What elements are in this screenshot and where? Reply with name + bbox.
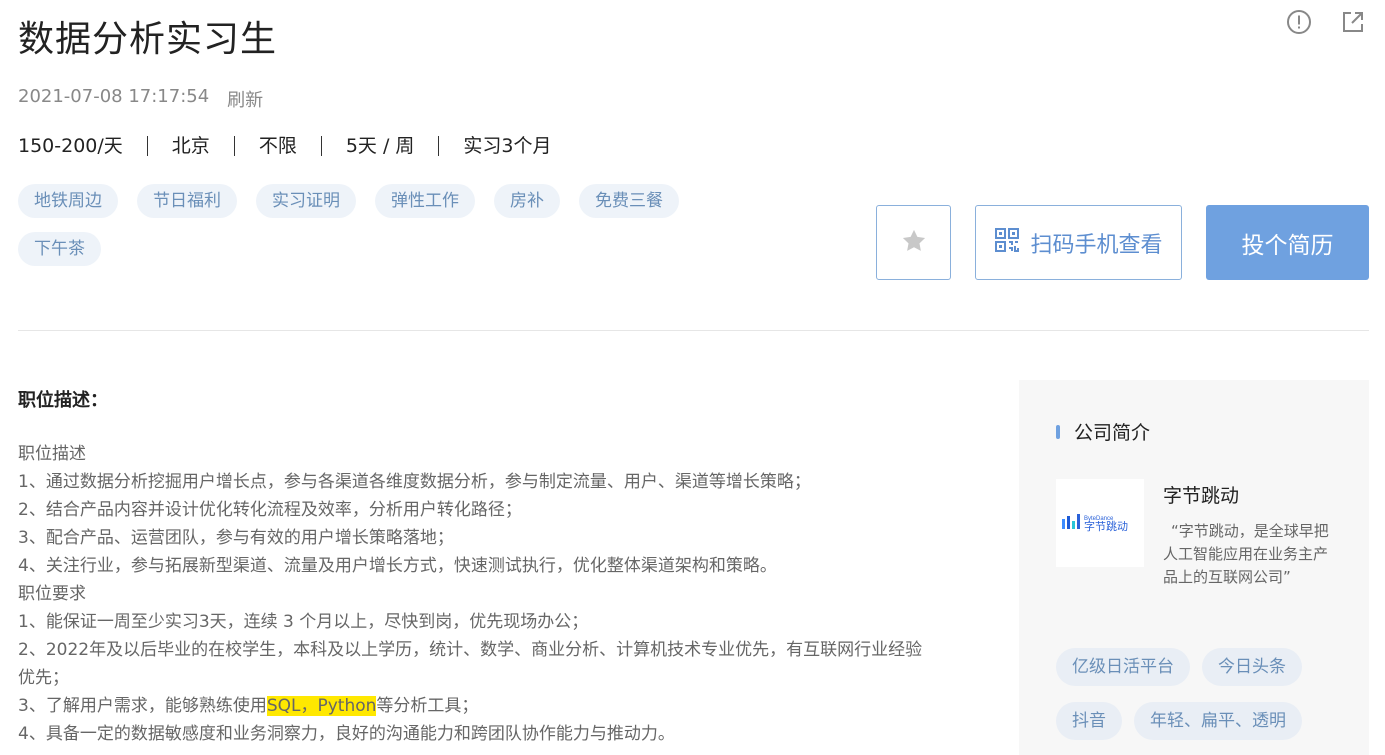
- job-title: 数据分析实习生: [18, 19, 278, 60]
- section-divider: [18, 330, 1369, 331]
- benefit-tags: 地铁周边 节日福利 实习证明 弹性工作 房补 免费三餐 下午茶: [18, 184, 718, 266]
- description-line: 1、能保证一周至少实习3天，连续 3 个月以上，尽快到岗，优先现场办公；: [18, 612, 589, 632]
- logo-text: 字节跳动: [1084, 519, 1128, 533]
- description-line: 2、2022年及以后毕业的在校学生，本科及以上学历，统计、数学、商业分析、计算机…: [18, 640, 923, 660]
- highlighted-skills: SQL，Python: [266, 696, 377, 716]
- scan-qr-label: 扫码手机查看: [1030, 232, 1163, 258]
- benefit-tag: 实习证明: [256, 184, 356, 218]
- post-datetime: 2021-07-08 17:17:54: [18, 86, 210, 107]
- job-description: 职位描述 1、通过数据分析挖掘用户增长点，参与各渠道各维度数据分析，参与制定流量…: [18, 440, 968, 748]
- scan-qr-button[interactable]: 扫码手机查看: [975, 205, 1182, 280]
- benefit-tag: 弹性工作: [375, 184, 475, 218]
- job-specs: 150-200/天 北京 不限 5天 / 周 实习3个月: [18, 136, 576, 156]
- company-section-title: 公司简介: [1056, 418, 1150, 445]
- company-section-label: 公司简介: [1074, 422, 1151, 444]
- qr-code-icon: [994, 227, 1020, 259]
- company-tag: 亿级日活平台: [1056, 648, 1190, 686]
- company-name[interactable]: 字节跳动: [1163, 481, 1239, 508]
- external-link-icon[interactable]: [1339, 8, 1367, 36]
- company-description: “字节跳动，是全球早把人工智能应用在业务主产品上的互联网公司”: [1163, 522, 1329, 586]
- favorite-button[interactable]: [876, 205, 951, 280]
- description-line: 优先；: [18, 668, 69, 688]
- benefit-tag: 地铁周边: [18, 184, 118, 218]
- benefit-tag: 节日福利: [137, 184, 237, 218]
- description-line: 2、结合产品内容并设计优化转化流程及效率，分析用户转化路径；: [18, 500, 522, 520]
- benefit-tag: 免费三餐: [579, 184, 679, 218]
- description-line: 1、通过数据分析挖掘用户增长点，参与各渠道各维度数据分析，参与制定流量、用户、渠…: [18, 472, 811, 492]
- description-line: 职位描述: [18, 444, 86, 464]
- company-tags: 亿级日活平台 今日头条 抖音 年轻、扁平、透明: [1056, 648, 1356, 740]
- description-line: 3、了解用户需求，能够熟练使用SQL，Python等分析工具；: [18, 692, 968, 720]
- spec-days-per-week: 5天 / 周: [320, 136, 439, 156]
- line-text: 3、了解用户需求，能够熟练使用: [18, 696, 267, 716]
- spec-duration: 实习3个月: [438, 136, 575, 156]
- apply-button[interactable]: 投个简历: [1206, 205, 1369, 280]
- top-actions: [1285, 8, 1367, 36]
- company-tag: 年轻、扁平、透明: [1134, 702, 1302, 740]
- description-line: 职位要求: [18, 584, 86, 604]
- company-tag: 抖音: [1056, 702, 1122, 740]
- description-heading: 职位描述：: [18, 390, 108, 411]
- post-meta: 2021-07-08 17:17:54 刷新: [18, 86, 263, 112]
- description-line: 3、配合产品、运营团队，参与有效的用户增长策略落地；: [18, 528, 454, 548]
- refresh-link[interactable]: 刷新: [227, 86, 263, 112]
- title-accent-bar: [1056, 424, 1060, 439]
- description-line: 4、具备一定的数据敏感度和业务洞察力，良好的沟通能力和跨团队协作能力与推动力。: [18, 724, 675, 744]
- spec-education: 不限: [233, 136, 321, 156]
- company-logo[interactable]: ByteDance 字节跳动: [1056, 479, 1144, 567]
- line-text: 等分析工具；: [376, 696, 479, 716]
- description-line: 4、关注行业，参与拓展新型渠道、流量及用户增长方式，快速测试执行，优化整体渠道架…: [18, 556, 777, 576]
- alert-circle-icon[interactable]: [1285, 8, 1313, 36]
- benefit-tag: 房补: [494, 184, 560, 218]
- benefit-tag: 下午茶: [18, 232, 101, 266]
- spec-city: 北京: [146, 136, 234, 156]
- company-tag: 今日头条: [1202, 648, 1302, 686]
- star-icon: [900, 227, 928, 259]
- company-panel: 公司简介 ByteDance 字节跳动 字节跳动 “字节跳动，是全球早把人工智能…: [1019, 380, 1369, 755]
- spec-salary: 150-200/天: [18, 135, 123, 157]
